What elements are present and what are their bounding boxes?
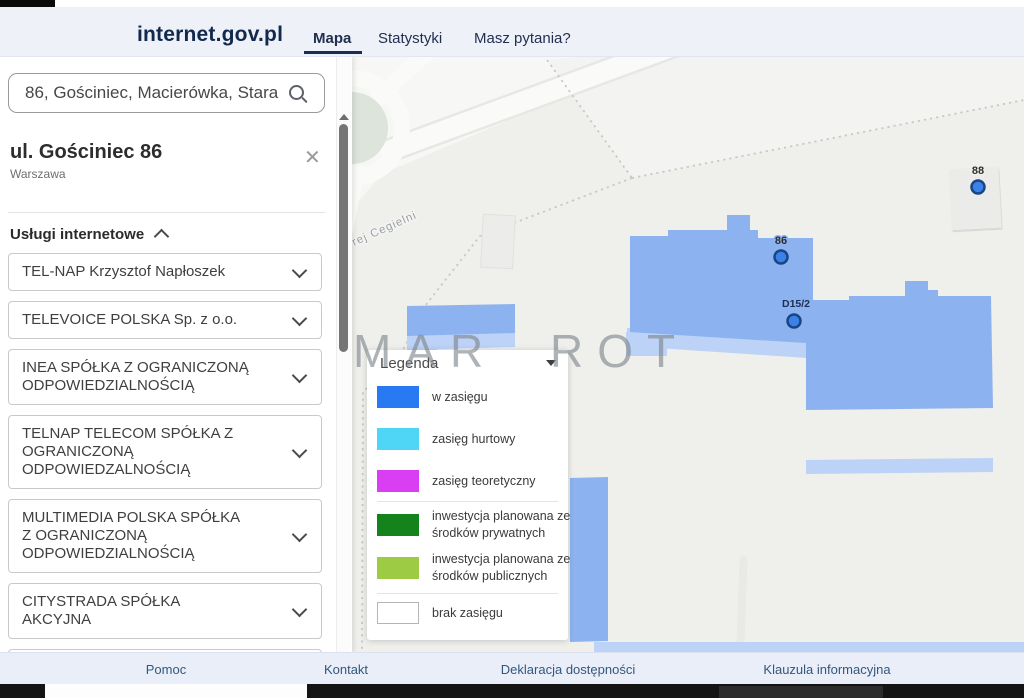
legend-swatch-in-range xyxy=(377,386,419,408)
section-label: Usługi internetowe xyxy=(10,226,144,243)
tab-masz-pytania[interactable]: Masz pytania? xyxy=(474,30,571,47)
chevron-down-icon[interactable] xyxy=(292,443,308,459)
chevron-down-icon[interactable] xyxy=(292,311,308,327)
legend-title: Legenda xyxy=(380,355,438,372)
legend-swatch-no-coverage xyxy=(377,602,419,624)
sidebar-panel: ul. Gościniec 86 Warszawa ✕ Usługi inter… xyxy=(0,56,352,652)
chevron-down-icon[interactable] xyxy=(292,263,308,279)
legend-swatch-wholesale xyxy=(377,428,419,450)
footer-link-klauzula[interactable]: Klauzula informacyjna xyxy=(763,662,890,677)
legend-label: brak zasięgu xyxy=(432,605,590,622)
provider-accordion[interactable]: TELNAP TELECOM SPÓŁKA Z OGRANICZONĄ ODPO… xyxy=(8,415,322,489)
legend-item: zasięg teoretyczny xyxy=(377,470,590,492)
legend-swatch-public-investment xyxy=(377,557,419,579)
search-icon[interactable] xyxy=(289,85,304,100)
marker-point-86[interactable] xyxy=(775,251,788,264)
legend-item: zasięg hurtowy xyxy=(377,428,590,450)
app-window: rej Cegielni 88 86 D15/2 Legenda w zasię… xyxy=(0,0,1024,698)
provider-accordion[interactable]: TELEVOICE POLSKA Sp. z o.o. xyxy=(8,301,322,339)
tab-mapa[interactable]: Mapa xyxy=(313,30,351,47)
provider-list: TEL-NAP Krzysztof Napłoszek TELEVOICE PO… xyxy=(8,253,322,652)
legend-divider xyxy=(377,593,558,594)
legend-swatch-theoretical xyxy=(377,470,419,492)
capture-bottom-strip xyxy=(0,684,1024,698)
provider-name: TELEVOICE POLSKA Sp. z o.o. xyxy=(22,311,252,329)
legend-item: inwestycja planowana ze środków prywatny… xyxy=(377,508,590,542)
legend-swatch-private-investment xyxy=(377,514,419,536)
capture-bottom-gray xyxy=(719,686,883,698)
coverage-polygon-main[interactable] xyxy=(630,215,993,410)
path-strip xyxy=(736,556,747,649)
marker-label-d15-2: D15/2 xyxy=(782,298,810,310)
legend-divider xyxy=(377,501,558,502)
selected-address-title: ul. Gościniec 86 xyxy=(10,141,162,164)
provider-name: TEL-NAP Krzysztof Napłoszek xyxy=(22,263,252,281)
provider-name: INEA SPÓŁKA Z OGRANICZONĄ ODPOWIEDZIALNO… xyxy=(22,359,252,395)
building xyxy=(481,214,516,269)
marker-label-88: 88 xyxy=(972,165,984,177)
legend-collapse-icon[interactable] xyxy=(546,360,556,366)
legend-label: inwestycja planowana ze środków prywatny… xyxy=(432,508,590,542)
provider-name: MULTIMEDIA POLSKA SPÓŁKA Z OGRANICZONĄ O… xyxy=(22,509,252,563)
close-icon[interactable]: ✕ xyxy=(304,148,321,168)
capture-top-black xyxy=(0,0,55,7)
provider-accordion[interactable]: CITYSTRADA SPÓŁKA AKCYJNA xyxy=(8,583,322,639)
chevron-up-icon[interactable] xyxy=(154,229,170,245)
marker-label-86: 86 xyxy=(775,235,787,247)
search-input[interactable] xyxy=(23,78,295,108)
sidebar-divider xyxy=(8,212,325,213)
chevron-down-icon[interactable] xyxy=(292,527,308,543)
selected-address-city: Warszawa xyxy=(10,167,66,181)
coverage-bottom-band xyxy=(594,642,1024,652)
footer-link-deklaracja[interactable]: Deklaracja dostępności xyxy=(501,662,635,677)
header-bar: internet.gov.pl Mapa Statystyki Masz pyt… xyxy=(0,7,1024,57)
legend-label: w zasięgu xyxy=(432,389,590,406)
tab-statystyki[interactable]: Statystyki xyxy=(378,30,442,47)
footer-bar: Pomoc Kontakt Deklaracja dostępności Kla… xyxy=(0,652,1024,685)
section-internet-services[interactable]: Usługi internetowe xyxy=(10,226,167,243)
legend-item: w zasięgu xyxy=(377,386,590,408)
coverage-light-strip xyxy=(806,458,993,474)
legend-label: inwestycja planowana ze środków publiczn… xyxy=(432,551,590,585)
legend-label: zasięg hurtowy xyxy=(432,431,590,448)
sidebar-scrollbar-thumb[interactable] xyxy=(339,124,348,352)
site-logo[interactable]: internet.gov.pl xyxy=(137,23,283,47)
capture-bottom-white xyxy=(45,684,307,698)
footer-link-pomoc[interactable]: Pomoc xyxy=(146,662,186,677)
provider-accordion[interactable]: TEL-NAP Krzysztof Napłoszek xyxy=(8,253,322,291)
map-legend: Legenda w zasięgu zasięg hurtowy zasięg … xyxy=(367,350,568,640)
street-label: rej Cegielni xyxy=(352,209,419,248)
legend-label: zasięg teoretyczny xyxy=(432,473,590,490)
provider-name: CITYSTRADA SPÓŁKA AKCYJNA xyxy=(22,593,252,629)
scroll-up-icon[interactable] xyxy=(339,114,349,120)
legend-item: brak zasięgu xyxy=(377,602,590,624)
marker-point-88[interactable] xyxy=(972,181,985,194)
provider-accordion[interactable]: MULTIMEDIA POLSKA SPÓŁKA Z OGRANICZONĄ O… xyxy=(8,499,322,573)
active-tab-underline xyxy=(304,51,362,54)
coverage-light-strip xyxy=(626,332,667,356)
marker-point-d15-2[interactable] xyxy=(788,315,801,328)
provider-name: TELNAP TELECOM SPÓŁKA Z OGRANICZONĄ ODPO… xyxy=(22,425,252,479)
search-box xyxy=(8,73,325,113)
footer-link-kontakt[interactable]: Kontakt xyxy=(324,662,368,677)
provider-accordion[interactable]: INEA SPÓŁKA Z OGRANICZONĄ ODPOWIEDZIALNO… xyxy=(8,349,322,405)
coverage-polygon-west[interactable] xyxy=(407,304,515,336)
chevron-down-icon[interactable] xyxy=(292,368,308,384)
capture-top-strip xyxy=(0,0,1024,7)
legend-item: inwestycja planowana ze środków publiczn… xyxy=(377,551,590,585)
chevron-down-icon[interactable] xyxy=(292,602,308,618)
